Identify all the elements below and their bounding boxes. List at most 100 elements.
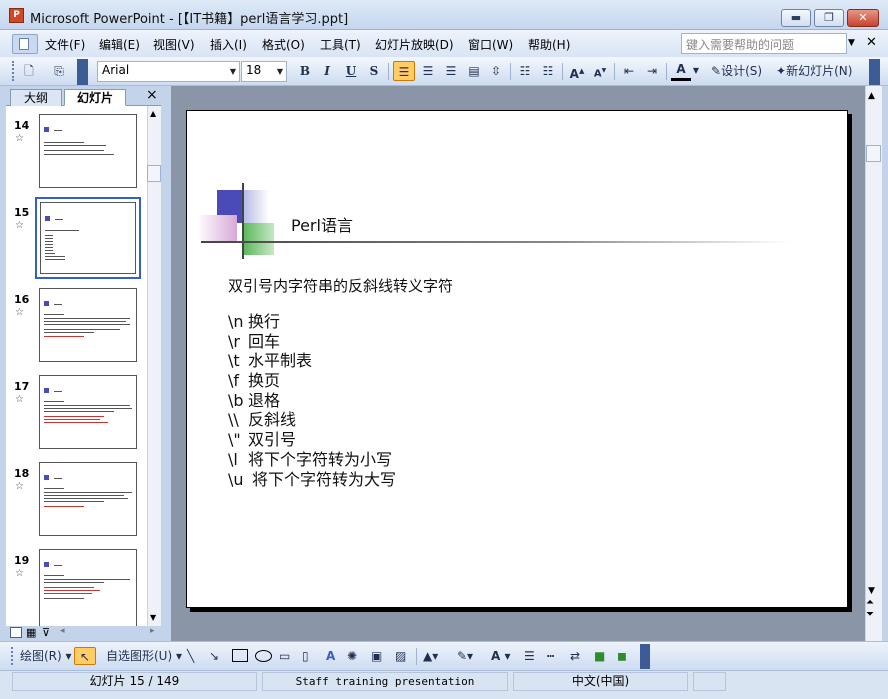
increase-indent-icon[interactable]: ⇥ [642,61,662,81]
previous-slide-icon[interactable]: ⏶ [866,598,874,608]
arrow-style-icon[interactable]: ⇄ [570,647,580,665]
menu-file[interactable]: 文件(F) [45,36,85,53]
scroll-down-icon[interactable]: ▼ [150,613,156,622]
slideshow-view-icon[interactable]: ⊽ [42,626,50,639]
menu-insert[interactable]: 插入(I) [210,36,247,53]
scroll-up-icon[interactable]: ▲ [868,91,875,101]
fill-color-icon[interactable]: ▲▾ [423,647,438,665]
slide-scroll-thumb[interactable] [866,145,881,162]
toolbar-grip[interactable] [12,61,15,81]
minimize-button[interactable]: ▬ [781,9,811,27]
close-document-button[interactable]: ✕ [866,35,877,50]
toolbar-options-icon-right[interactable] [869,59,880,85]
clipart-icon[interactable]: ▣ [371,647,382,665]
slide-thumbnail-15-selected[interactable] [35,197,141,279]
scroll-right-icon[interactable]: ▸ [150,626,155,636]
maximize-button[interactable]: ❐ [814,9,844,27]
tab-outline[interactable]: 大纲 [10,89,62,106]
close-button[interactable]: ✕ [847,9,879,27]
align-left-icon[interactable]: ☰ [393,61,415,81]
slide-canvas[interactable]: Perl语言 双引号内字符串的反斜线转义字符 \n 换行 \r 回车 \t 水平制表 … [186,110,848,608]
toolbar-options-icon[interactable] [77,59,88,85]
slide-thumbnail-17[interactable] [39,375,137,449]
oval-tool-icon[interactable] [255,650,272,662]
design-button[interactable]: ✎设计(S) [711,61,771,81]
font-name-select[interactable]: Arial [97,61,240,82]
dash-style-icon[interactable]: ┅ [547,647,554,665]
menu-format[interactable]: 格式(O) [262,36,305,53]
diagram-icon[interactable]: ✺ [347,647,357,665]
new-document-icon[interactable]: 🗋 [20,61,38,81]
new-slide-button[interactable]: ✦新幻灯片(N) [776,61,866,81]
slide-thumbnail-18[interactable] [39,462,137,536]
slide-thumbnail-16[interactable] [39,288,137,362]
distribute-icon[interactable]: ▤ [464,61,484,81]
slide-sorter-icon[interactable]: ▦ [26,626,36,639]
escape-code: \u [228,469,244,489]
line-tool-icon[interactable]: ╲ [187,647,194,665]
thumbnail-scrollbar[interactable] [147,106,161,626]
wordart-icon[interactable]: A [326,647,335,665]
help-dropdown-icon[interactable]: ▼ [848,38,855,48]
scroll-down-icon[interactable]: ▼ [868,586,875,596]
document-icon[interactable] [12,34,38,54]
line-spacing-icon[interactable]: ⇳ [486,61,506,81]
arrow-tool-icon[interactable]: ↘ [209,647,219,665]
menu-window[interactable]: 窗口(W) [468,36,513,53]
menu-help[interactable]: 帮助(H) [528,36,570,53]
font-color-dropdown-icon[interactable]: ▼ [691,61,701,81]
escape-code: \b [228,390,244,410]
menu-view[interactable]: 视图(V) [153,36,195,53]
menu-tools[interactable]: 工具(T) [320,36,361,53]
escape-code: \t [228,351,240,371]
underline-button[interactable]: U [342,61,360,81]
font-name-dropdown-icon[interactable]: ▼ [227,62,239,81]
help-search-input[interactable]: 键入需要帮助的问题 [681,33,847,54]
normal-view-icon[interactable] [10,627,22,638]
powerpoint-app-icon[interactable]: P [9,8,24,23]
text-color-icon[interactable]: A ▾ [491,647,511,665]
star-icon: ☆ [15,307,24,318]
menu-slideshow[interactable]: 幻灯片放映(D) [375,36,454,53]
bold-button[interactable]: B [296,61,314,81]
menu-edit[interactable]: 编辑(E) [99,36,140,53]
textbox-tool-icon[interactable]: ▭ [279,647,290,665]
picture-icon[interactable]: ▨ [395,647,406,665]
vertical-textbox-icon[interactable]: ▯ [302,647,309,665]
slide-thumbnail-19[interactable] [39,549,137,626]
thumbnail-scroll-thumb[interactable] [147,165,161,182]
shadow-style-icon[interactable]: ■ [594,647,605,665]
slide-heading[interactable]: 双引号内字符串的反斜线转义字符 [228,275,453,296]
slide-title[interactable]: Perl语言 [291,212,353,236]
draw-menu-button[interactable]: 绘图(R) ▾ [20,647,72,665]
select-pointer-icon[interactable]: ↖ [74,647,96,665]
italic-button[interactable]: I [318,61,336,81]
bullets-icon[interactable]: ☷ [538,61,558,81]
pane-close-button[interactable]: × [146,87,158,103]
font-size-dropdown-icon[interactable]: ▼ [274,62,286,81]
font-color-button[interactable]: A [671,61,691,81]
scroll-up-icon[interactable]: ▲ [150,109,156,118]
numbering-icon[interactable]: ☷ [515,61,535,81]
toolbar-options-icon[interactable] [640,644,650,669]
copy-icon[interactable]: ⎘ [48,61,70,81]
toolbar-grip[interactable] [11,647,14,665]
decrease-indent-icon[interactable]: ⇤ [619,61,639,81]
shadow-button[interactable]: S [365,61,383,81]
3d-style-icon[interactable]: ◼ [617,647,627,665]
next-slide-icon[interactable]: ⏷ [866,610,874,620]
line-style-icon[interactable]: ☰ [524,647,535,665]
escape-desc: 双引号 [248,430,297,450]
align-center-icon[interactable]: ☰ [418,61,438,81]
tab-slides[interactable]: 幻灯片 [64,89,126,106]
escape-list[interactable]: \n 换行 \r 回车 \t 水平制表 \f 换页 \b 退格 \\ 反斜线 \" 双引号 \… [228,312,396,489]
rectangle-tool-icon[interactable] [232,649,248,662]
scroll-left-icon[interactable]: ◂ [60,626,65,636]
align-right-icon[interactable]: ☰ [441,61,461,81]
slide-scrollbar[interactable] [865,86,882,641]
shrink-font-button[interactable]: A▼ [590,61,610,81]
line-color-icon[interactable]: ✎▾ [457,647,473,665]
slide-thumbnail-14[interactable] [39,114,137,188]
grow-font-button[interactable]: A▲ [567,61,587,81]
autoshapes-button[interactable]: 自选图形(U) ▾ [106,647,182,665]
